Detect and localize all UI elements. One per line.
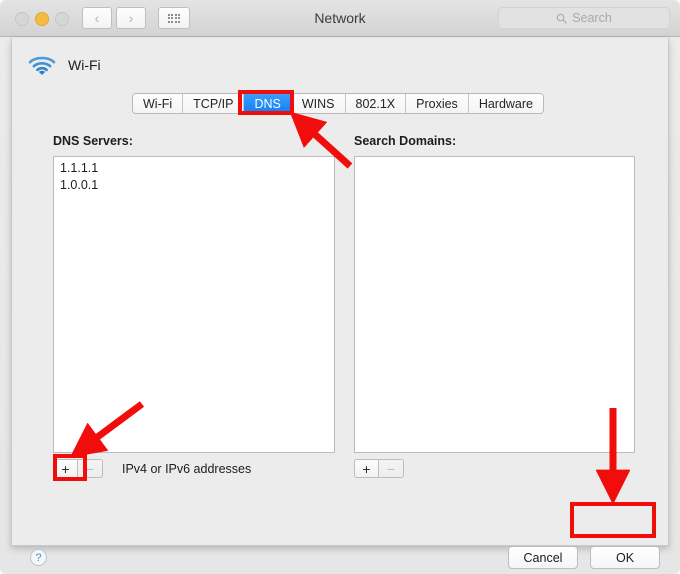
dns-settings-sheet: Wi-Fi Wi-Fi TCP/IP DNS WINS 802.1X Proxi… (11, 38, 669, 569)
cancel-button[interactable]: Cancel (508, 546, 578, 569)
search-domains-stepper: + − (354, 459, 404, 478)
search-domains-label: Search Domains: (354, 134, 457, 148)
service-header: Wi-Fi (27, 54, 101, 76)
dns-servers-list[interactable]: 1.1.1.1 1.0.0.1 (53, 156, 335, 453)
search-domain-add-button[interactable]: + (354, 459, 379, 478)
settings-tab-bar: Wi-Fi TCP/IP DNS WINS 802.1X Proxies Har… (132, 93, 544, 114)
wifi-icon (28, 56, 56, 75)
tab-tcpip[interactable]: TCP/IP (183, 94, 245, 113)
list-item[interactable]: 1.0.0.1 (54, 176, 334, 193)
list-item[interactable]: 1.1.1.1 (54, 157, 334, 176)
ok-button[interactable]: OK (590, 546, 660, 569)
dns-servers-label: DNS Servers: (53, 134, 133, 148)
dns-address-hint: IPv4 or IPv6 addresses (122, 462, 252, 476)
help-button[interactable]: ? (30, 549, 47, 566)
dns-add-button[interactable]: + (53, 459, 78, 478)
tab-dns[interactable]: DNS (244, 94, 292, 113)
network-preferences-window: ‹ › Network Search Wi-Fi Wi-Fi TCP/IP DN… (0, 0, 680, 574)
search-placeholder: Search (572, 11, 612, 25)
tab-hardware[interactable]: Hardware (468, 94, 543, 113)
search-domain-remove-button: − (379, 459, 404, 478)
window-titlebar: ‹ › Network Search (0, 0, 680, 37)
dns-remove-button: − (78, 459, 103, 478)
tab-proxies[interactable]: Proxies (406, 94, 469, 113)
search-input[interactable]: Search (498, 7, 670, 29)
tab-8021x[interactable]: 802.1X (345, 94, 407, 113)
tab-wins[interactable]: WINS (291, 94, 346, 113)
tab-wifi[interactable]: Wi-Fi (133, 94, 184, 113)
service-name: Wi-Fi (68, 57, 101, 73)
search-domains-list[interactable] (354, 156, 635, 453)
dns-servers-stepper: + − (53, 459, 103, 478)
search-icon (556, 13, 567, 24)
